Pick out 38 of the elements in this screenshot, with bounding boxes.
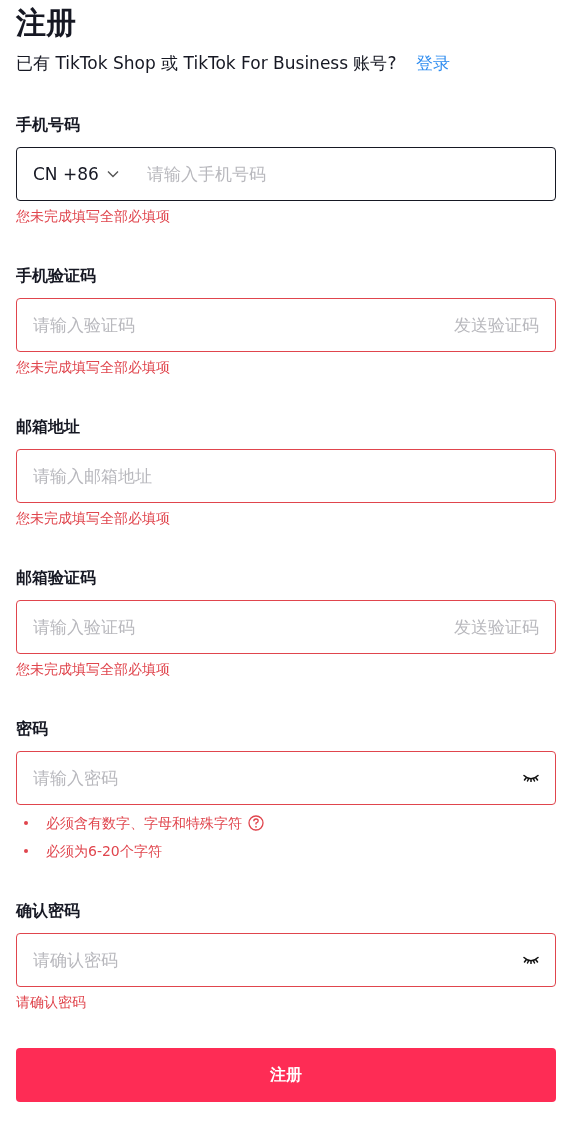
text-input[interactable]: 请输入验证码 [33, 315, 444, 335]
error-message: 请确认密码 [16, 993, 86, 1012]
bullet-icon [24, 821, 28, 825]
register-button[interactable]: 注册 [16, 1048, 556, 1102]
error-message: 您未完成填写全部必填项 [16, 509, 170, 528]
page-title: 注册 [16, 4, 76, 42]
error-message: 您未完成填写全部必填项 [16, 660, 170, 679]
input-field[interactable]: 请输入邮箱地址 [16, 449, 556, 503]
input-field[interactable]: 请输入验证码 发送验证码 [16, 600, 556, 654]
password-rule: 必须含有数字、字母和特殊字符 [46, 814, 242, 833]
eye-closed-icon[interactable] [523, 774, 539, 782]
login-link[interactable]: 登录 [416, 51, 451, 75]
eye-closed-icon[interactable] [523, 956, 539, 964]
text-input[interactable]: 请输入验证码 [33, 617, 444, 637]
field-label: 手机号码 [16, 114, 80, 136]
field-label: 确认密码 [16, 900, 80, 922]
input-field[interactable]: CN +86 请输入手机号码 [16, 147, 556, 201]
text-input[interactable]: 请输入密码 [33, 768, 513, 788]
input-field[interactable]: 请输入验证码 发送验证码 [16, 298, 556, 352]
country-code-select[interactable]: CN +86 [33, 164, 137, 184]
bullet-icon [24, 849, 28, 853]
login-prompt: 已有 TikTok Shop 或 TikTok For Business 账号? [16, 52, 397, 75]
input-field[interactable]: 请确认密码 [16, 933, 556, 987]
send-code-button[interactable]: 发送验证码 [454, 313, 539, 337]
text-input[interactable]: 请输入邮箱地址 [33, 466, 539, 486]
text-input[interactable]: 请输入手机号码 [147, 164, 539, 184]
input-field[interactable]: 请输入密码 [16, 751, 556, 805]
field-label: 密码 [16, 718, 48, 740]
send-code-button[interactable]: 发送验证码 [454, 615, 539, 639]
error-message: 您未完成填写全部必填项 [16, 358, 170, 377]
caret-icon [106, 170, 119, 178]
help-icon[interactable] [248, 815, 264, 831]
field-label: 邮箱地址 [16, 416, 80, 438]
field-label: 邮箱验证码 [16, 567, 96, 589]
error-message: 您未完成填写全部必填项 [16, 207, 170, 226]
text-input[interactable]: 请确认密码 [33, 950, 513, 970]
password-rule: 必须为6-20个字符 [46, 842, 162, 861]
field-label: 手机验证码 [16, 265, 96, 287]
